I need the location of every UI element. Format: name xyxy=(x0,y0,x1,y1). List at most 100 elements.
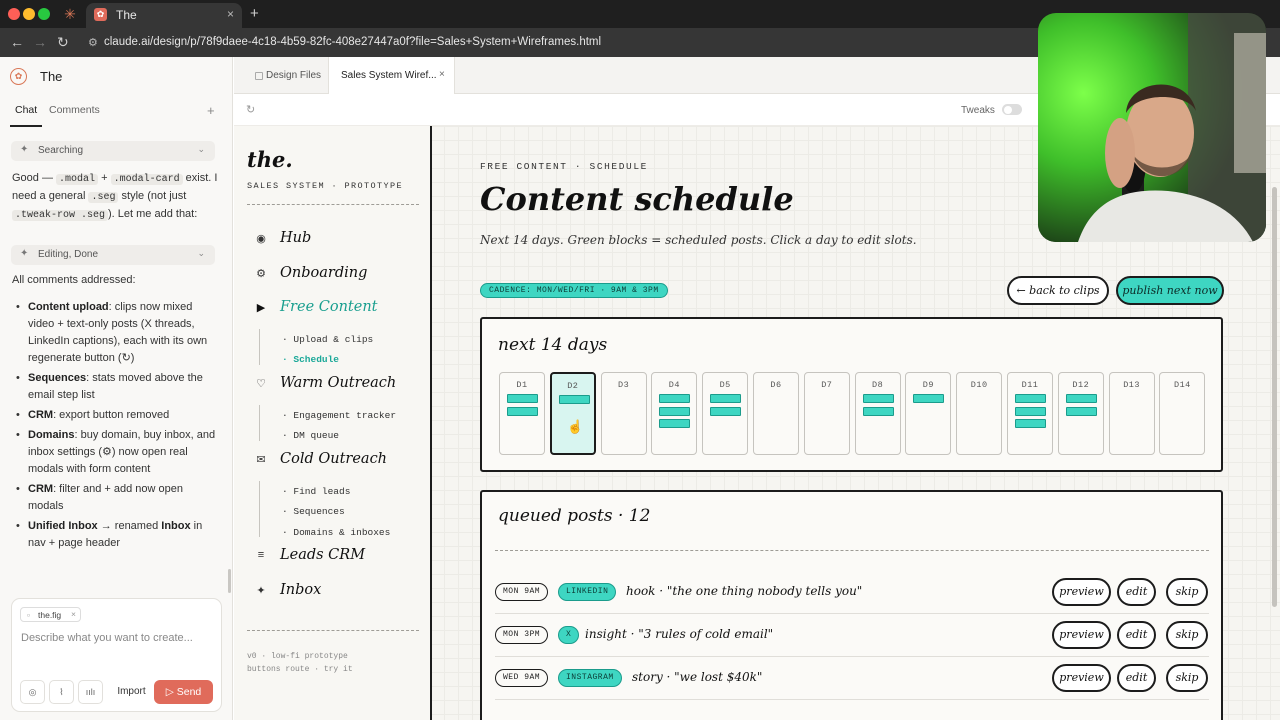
scheduled-post-block[interactable] xyxy=(507,406,538,416)
publish-next-button[interactable]: publish next now xyxy=(1116,276,1224,305)
skip-button[interactable]: skip xyxy=(1166,664,1208,692)
scheduled-post-block[interactable] xyxy=(659,406,691,416)
attach-icon[interactable]: ⌇ xyxy=(49,680,74,704)
chat-panel: ✿ The Chat Comments + ✦ Searching ⌄ Good… xyxy=(0,57,233,720)
day-cell[interactable]: D10 xyxy=(956,372,1003,455)
status-searching[interactable]: ✦ Searching ⌄ xyxy=(11,141,215,161)
skip-button[interactable]: skip xyxy=(1166,578,1208,606)
prototype-sidebar: the. SALES SYSTEM · PROTOTYPE ◉ Hub ⚙ On… xyxy=(234,126,432,720)
table-row: WED 9AM INSTAGRAM story · "we lost $40k"… xyxy=(495,657,1209,700)
subnav-engagement-tracker[interactable]: · Engagement tracker xyxy=(282,410,396,421)
day-label: D1 xyxy=(516,380,528,390)
scheduled-post-block[interactable] xyxy=(1065,406,1097,416)
scheduled-post-block[interactable] xyxy=(659,394,691,403)
back-arrow-icon[interactable]: ← xyxy=(10,34,24,50)
url-field[interactable]: claude.ai/design/p/78f9daee-4c18-4b59-82… xyxy=(104,36,601,48)
skip-button[interactable]: skip xyxy=(1166,621,1208,649)
tab-close-icon[interactable]: × xyxy=(227,7,234,21)
new-tab-button[interactable]: + xyxy=(250,5,259,22)
day-cell[interactable]: D11 xyxy=(1007,372,1053,455)
attached-file-chip[interactable]: ▫ the.fig × xyxy=(20,607,81,622)
scheduled-post-block[interactable] xyxy=(862,406,894,416)
day-cell[interactable]: D3 xyxy=(600,372,647,455)
send-button[interactable]: ▷ Send xyxy=(154,680,213,704)
divider xyxy=(247,204,419,205)
day-cell[interactable]: D7 xyxy=(803,372,850,455)
channel-badge: LINKEDIN xyxy=(558,583,617,601)
page-scrollbar[interactable] xyxy=(1272,187,1277,607)
list-icon: ≡ xyxy=(257,549,265,561)
day-label: D4 xyxy=(668,380,680,390)
changes-list: Content upload: clips now mixed video + … xyxy=(12,299,218,555)
reload-preview-icon[interactable]: ↻ xyxy=(246,103,255,116)
subnav-upload-clips[interactable]: · Upload & clips xyxy=(282,334,373,345)
day-cell[interactable]: D1 xyxy=(499,372,545,455)
prompt-input[interactable]: Describe what you want to create... xyxy=(21,632,193,644)
forward-arrow-icon[interactable]: → xyxy=(33,34,47,50)
play-icon: ▶ xyxy=(256,302,266,314)
remove-file-icon[interactable]: × xyxy=(71,609,76,619)
status-label: Searching xyxy=(38,145,84,156)
mail-icon: ✉ xyxy=(256,454,266,466)
browser-tab-active[interactable]: ✿ The × xyxy=(86,3,242,28)
page-description: Next 14 days. Green blocks = scheduled p… xyxy=(480,233,917,247)
subnav-dm-queue[interactable]: · DM queue xyxy=(282,430,339,441)
maximize-window-button[interactable] xyxy=(38,8,50,20)
tab-design-files[interactable]: Design Files xyxy=(244,57,330,94)
tab-chat[interactable]: Chat xyxy=(15,104,37,116)
scheduled-post-block[interactable] xyxy=(558,395,590,404)
scheduled-post-block[interactable] xyxy=(1015,394,1046,403)
day-cell[interactable]: D12 xyxy=(1057,372,1104,455)
minimize-window-button[interactable] xyxy=(23,8,35,20)
edit-button[interactable]: edit xyxy=(1117,664,1156,692)
day-cell[interactable]: D14 xyxy=(1159,372,1206,455)
subnav-schedule[interactable]: · Schedule xyxy=(282,354,339,365)
chat-scrollbar[interactable] xyxy=(228,569,231,593)
message-composer: ▫ the.fig × Describe what you want to cr… xyxy=(11,598,222,712)
scheduled-post-block[interactable] xyxy=(507,394,538,403)
scheduled-post-block[interactable] xyxy=(1015,419,1046,428)
day-cell[interactable]: D6 xyxy=(753,372,799,455)
scheduled-post-block[interactable] xyxy=(1015,406,1046,416)
tab-sales-wireframes[interactable]: Sales System Wiref... × xyxy=(328,57,455,94)
close-tab-icon[interactable]: × xyxy=(439,69,445,80)
preview-button[interactable]: preview xyxy=(1052,621,1111,649)
scheduled-post-block[interactable] xyxy=(710,394,742,403)
subnav-domains-inboxes[interactable]: · Domains & inboxes xyxy=(282,527,390,538)
subnav-sequences[interactable]: · Sequences xyxy=(282,506,345,517)
audio-icon[interactable]: ıılı xyxy=(78,680,103,704)
table-row: MON 9AM LINKEDIN hook · "the one thing n… xyxy=(495,571,1209,614)
day-cell[interactable]: D4 xyxy=(651,372,698,455)
back-to-clips-button[interactable]: ← back to clips xyxy=(1007,276,1109,305)
tweaks-toggle[interactable] xyxy=(1002,104,1022,115)
add-icon[interactable]: + xyxy=(207,103,215,118)
preview-button[interactable]: preview xyxy=(1052,664,1111,692)
channel-badge: INSTAGRAM xyxy=(558,669,622,687)
scheduled-post-block[interactable] xyxy=(1065,394,1097,403)
close-window-button[interactable] xyxy=(8,8,20,20)
status-editing-done[interactable]: ✦ Editing, Done ⌄ xyxy=(11,245,215,265)
scheduled-post-block[interactable] xyxy=(710,406,742,416)
reload-icon[interactable]: ↻ xyxy=(57,34,69,51)
subnav-find-leads[interactable]: · Find leads xyxy=(282,486,350,497)
scheduled-post-block[interactable] xyxy=(862,394,894,403)
site-settings-icon[interactable]: ⚙ xyxy=(88,36,98,49)
claude-asterisk-icon[interactable]: ✳ xyxy=(62,6,78,22)
settings-icon[interactable]: ◎ xyxy=(20,680,45,704)
day-cell[interactable]: D13 xyxy=(1108,372,1155,455)
palette-logo-icon[interactable]: ✿ xyxy=(10,68,27,85)
list-item: Unified Inbox → renamed Inbox in nav + p… xyxy=(12,518,218,552)
day-cell[interactable]: D8 xyxy=(854,372,901,455)
import-button[interactable]: Import xyxy=(113,680,150,704)
list-item: Content upload: clips now mixed video + … xyxy=(12,299,218,367)
day-cell[interactable]: D5 xyxy=(702,372,749,455)
day-cell[interactable]: D9 xyxy=(905,372,952,455)
scheduled-post-block[interactable] xyxy=(659,419,691,428)
scheduled-post-block[interactable] xyxy=(913,394,945,403)
day-cell[interactable]: D2 xyxy=(549,372,596,455)
tab-comments[interactable]: Comments xyxy=(49,104,100,116)
edit-button[interactable]: edit xyxy=(1117,578,1156,606)
hub-bullet-icon: ◉ xyxy=(256,233,266,245)
preview-button[interactable]: preview xyxy=(1052,578,1111,606)
edit-button[interactable]: edit xyxy=(1117,621,1156,649)
